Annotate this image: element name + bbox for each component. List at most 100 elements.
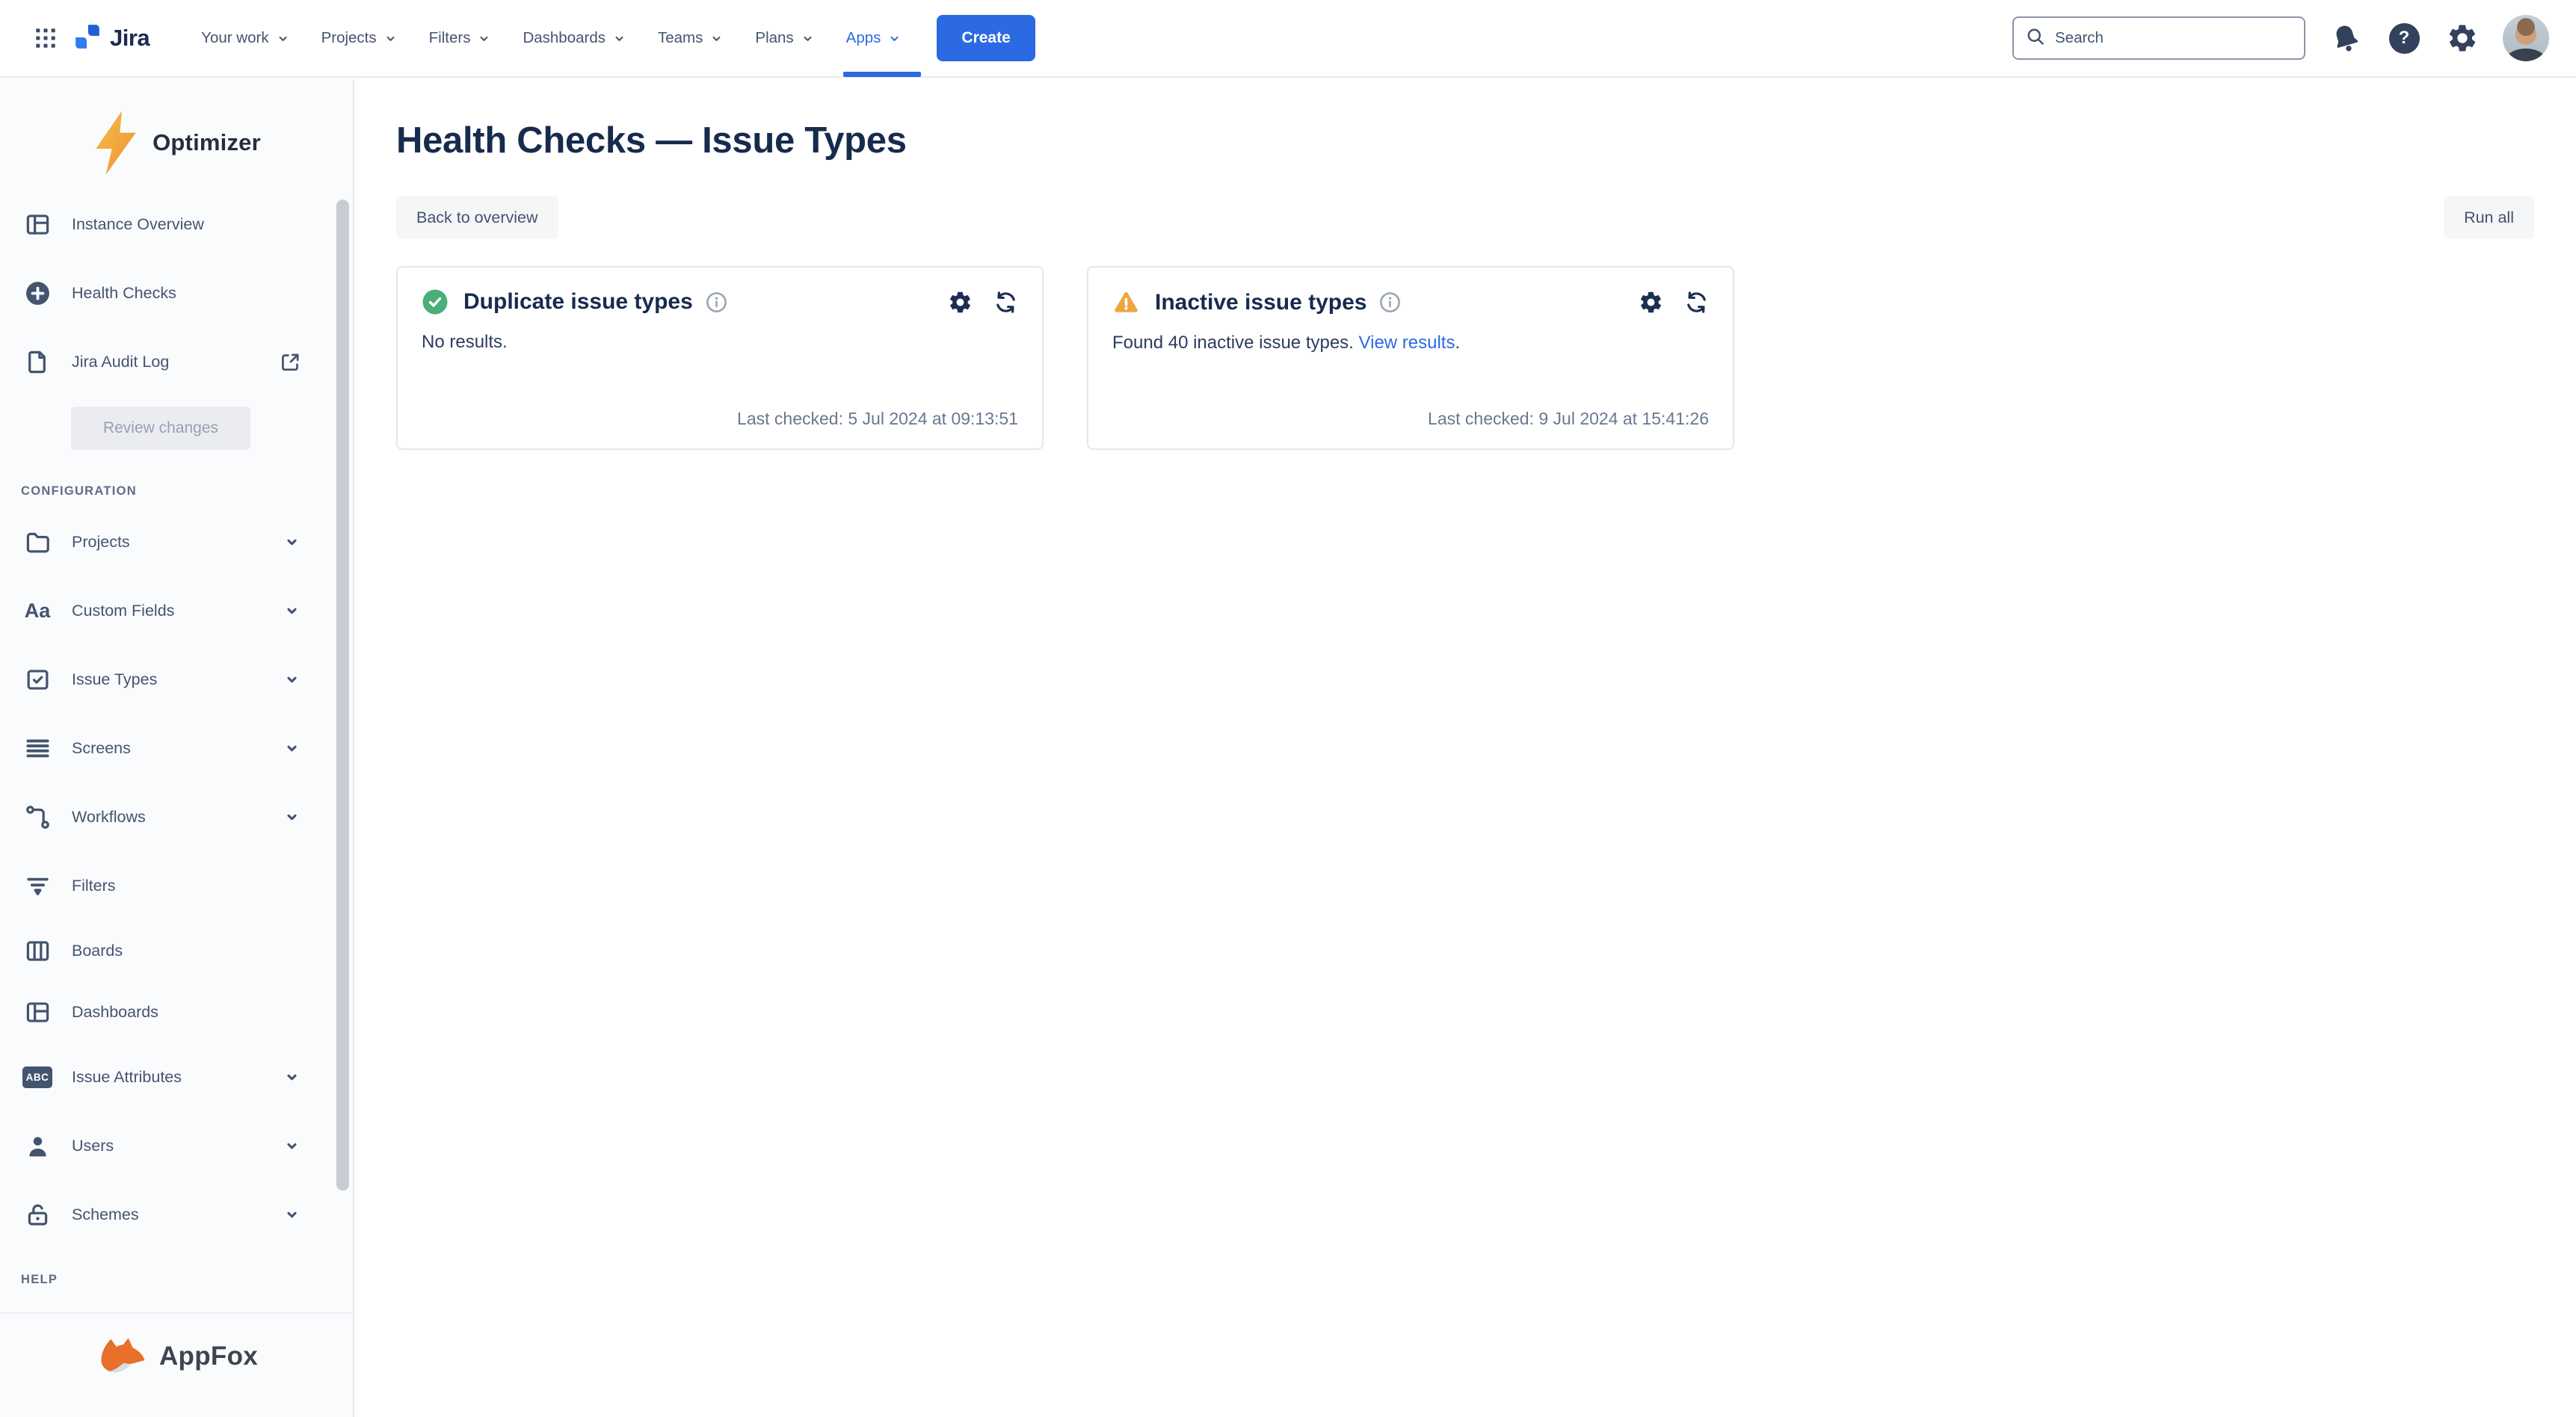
app-switcher-icon[interactable]	[27, 19, 64, 57]
card-refresh-icon[interactable]	[993, 290, 1018, 315]
card-result-text: Found 40 inactive issue types. View resu…	[1112, 333, 1709, 354]
result-text-prefix: Found 40 inactive issue types.	[1112, 333, 1359, 353]
chevron-down-icon	[383, 31, 398, 46]
chevron-down-icon	[282, 1205, 302, 1225]
nav-item-filters[interactable]: Filters	[413, 0, 508, 77]
sidebar-item-boards[interactable]: Boards	[0, 920, 353, 981]
last-checked-text: Last checked: 9 Jul 2024 at 15:41:26	[1428, 409, 1709, 429]
card-result-text: No results.	[422, 332, 1018, 353]
external-link-icon	[279, 351, 302, 374]
folder-icon	[22, 528, 52, 556]
chevron-down-icon	[612, 31, 626, 46]
primary-nav-menu: Your work Projects Filters Dashboards Te…	[185, 0, 917, 77]
optimizer-sidebar: Optimizer Instance Overview Health Check…	[0, 79, 354, 1417]
board-columns-icon	[22, 937, 52, 965]
sidebar-item-filters[interactable]: Filters	[0, 851, 353, 920]
lightning-bolt-icon	[92, 111, 140, 175]
success-check-icon	[422, 288, 449, 315]
chevron-down-icon	[276, 31, 290, 46]
nav-item-dashboards[interactable]: Dashboards	[507, 0, 642, 77]
panel-layout-icon	[22, 998, 52, 1026]
sidebar-item-dashboards[interactable]: Dashboards	[0, 981, 353, 1043]
search-icon	[2025, 26, 2046, 51]
search-input[interactable]	[2055, 29, 2293, 47]
sidebar-item-instance-overview[interactable]: Instance Overview	[0, 190, 353, 259]
card-settings-gear-icon[interactable]	[948, 290, 973, 315]
top-navbar: Jira Your work Projects Filters Dashboar…	[0, 0, 2576, 78]
back-to-overview-button[interactable]: Back to overview	[396, 196, 558, 239]
jira-logo[interactable]: Jira	[73, 22, 150, 55]
unlock-icon	[22, 1201, 52, 1229]
chevron-down-icon	[282, 601, 302, 621]
jira-wordmark: Jira	[110, 25, 150, 52]
user-avatar[interactable]	[2503, 15, 2549, 61]
nav-item-your-work[interactable]: Your work	[185, 0, 305, 77]
info-icon[interactable]	[1378, 291, 1402, 314]
nav-item-apps[interactable]: Apps	[831, 0, 918, 77]
result-text-suffix: .	[1455, 333, 1460, 353]
nav-item-projects[interactable]: Projects	[306, 0, 413, 77]
view-results-link[interactable]: View results	[1359, 333, 1455, 353]
search-box[interactable]	[2012, 16, 2305, 60]
person-icon	[22, 1132, 52, 1160]
sidebar-item-custom-fields[interactable]: Aa Custom Fields	[0, 576, 353, 645]
help-icon[interactable]: ?	[2386, 20, 2422, 56]
workflow-icon	[22, 803, 52, 831]
document-icon	[22, 348, 52, 376]
page-actions-row: Back to overview Run all	[396, 196, 2534, 239]
checkbox-icon	[22, 666, 52, 694]
sidebar-item-projects[interactable]: Projects	[0, 507, 353, 576]
navbar-right-cluster: ?	[2012, 15, 2549, 61]
sidebar-item-issue-types[interactable]: Issue Types	[0, 645, 353, 714]
chevron-down-icon	[282, 807, 302, 827]
filter-lines-icon	[22, 872, 52, 900]
chevron-down-icon	[282, 738, 302, 759]
appfox-logo: AppFox	[0, 1335, 353, 1378]
sidebar-item-health-checks[interactable]: Health Checks	[0, 259, 353, 327]
optimizer-logo: Optimizer	[0, 111, 353, 175]
review-changes-button[interactable]: Review changes	[71, 407, 250, 450]
notifications-bell-icon[interactable]	[2328, 20, 2364, 56]
run-all-button[interactable]: Run all	[2444, 196, 2534, 239]
panel-layout-icon	[22, 211, 52, 238]
nav-item-teams[interactable]: Teams	[642, 0, 739, 77]
fox-icon	[95, 1335, 149, 1378]
health-check-cards: Duplicate issue types	[396, 266, 2534, 450]
info-icon[interactable]	[705, 291, 728, 314]
settings-gear-icon[interactable]	[2444, 20, 2480, 56]
sidebar-item-jira-audit-log[interactable]: Jira Audit Log	[0, 327, 353, 396]
last-checked-text: Last checked: 5 Jul 2024 at 09:13:51	[737, 409, 1018, 429]
chevron-down-icon	[801, 31, 815, 46]
nav-item-plans[interactable]: Plans	[739, 0, 830, 77]
sidebar-item-schemes[interactable]: Schemes	[0, 1180, 353, 1249]
page-title: Health Checks — Issue Types	[396, 120, 2534, 161]
chevron-down-icon	[709, 31, 724, 46]
app-name: Optimizer	[152, 129, 261, 156]
card-refresh-icon[interactable]	[1684, 290, 1709, 315]
create-button[interactable]: Create	[937, 15, 1035, 61]
sidebar-item-screens[interactable]: Screens	[0, 714, 353, 782]
sidebar-item-users[interactable]: Users	[0, 1111, 353, 1180]
sidebar-scrollbar[interactable]	[336, 200, 349, 1191]
chevron-down-icon	[282, 670, 302, 690]
text-Aa-icon: Aa	[22, 601, 52, 621]
lines-icon	[22, 735, 52, 762]
review-changes-row: Review changes	[0, 396, 353, 460]
chevron-down-icon	[887, 31, 902, 46]
card-title: Inactive issue types	[1155, 290, 1366, 315]
configuration-section-header: CONFIGURATION	[0, 460, 353, 507]
sidebar-item-issue-attributes[interactable]: ABC Issue Attributes	[0, 1043, 353, 1111]
sidebar-item-workflows[interactable]: Workflows	[0, 782, 353, 851]
jira-logo-icon	[73, 22, 102, 55]
appfox-wordmark: AppFox	[159, 1342, 258, 1371]
card-settings-gear-icon[interactable]	[1639, 290, 1663, 315]
main-content: Health Checks — Issue Types Back to over…	[356, 79, 2576, 1417]
sidebar-divider	[0, 1312, 353, 1314]
chevron-down-icon	[282, 532, 302, 552]
help-section-header: HELP	[0, 1249, 353, 1296]
chevron-down-icon	[282, 1067, 302, 1087]
chevron-down-icon	[477, 31, 491, 46]
warning-triangle-icon	[1112, 288, 1140, 316]
health-check-card-duplicate-issue-types: Duplicate issue types	[396, 266, 1044, 450]
health-check-card-inactive-issue-types: Inactive issue types	[1087, 266, 1734, 450]
